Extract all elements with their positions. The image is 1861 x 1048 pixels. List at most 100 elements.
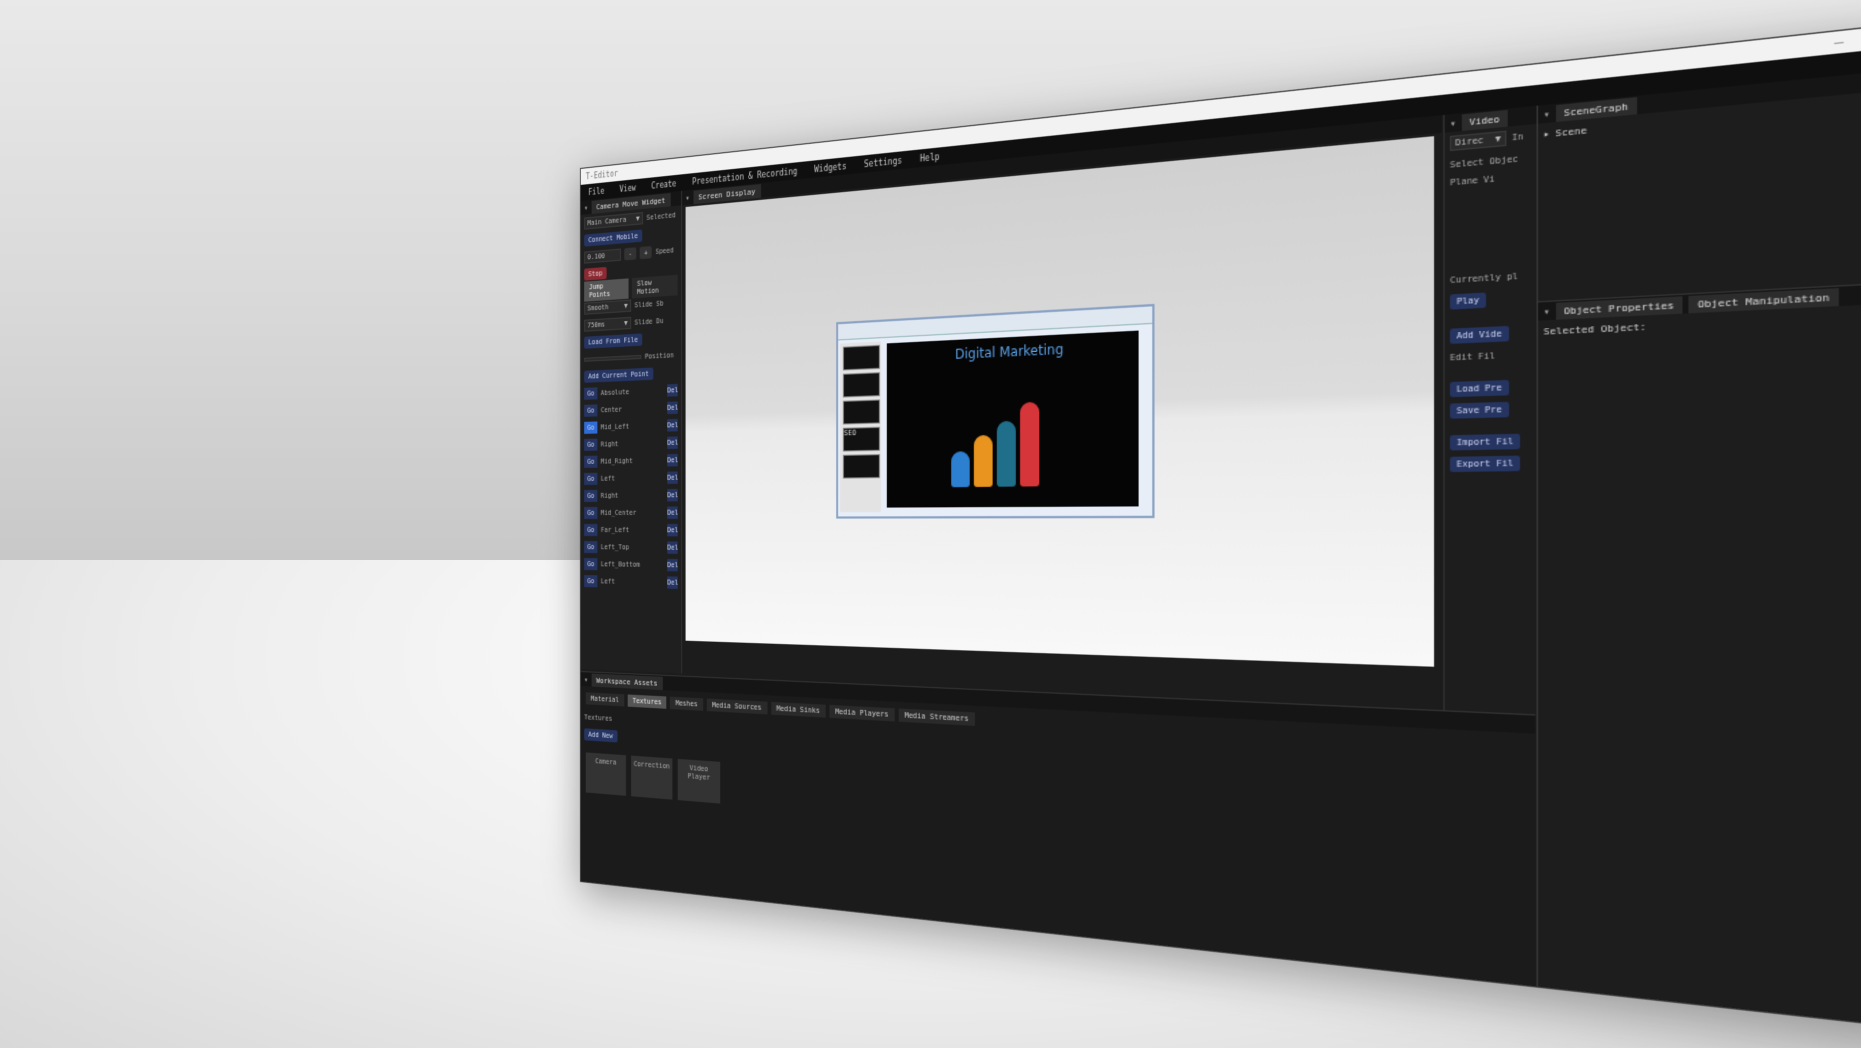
stop-button[interactable]: Stop <box>584 266 607 281</box>
delete-button[interactable]: Del <box>667 453 678 466</box>
point-name: Left_Bottom <box>600 559 640 569</box>
tab-media-sources[interactable]: Media Sources <box>706 698 768 715</box>
menu-file[interactable]: File <box>581 185 612 197</box>
3d-viewport[interactable]: SEO Digital Marketing <box>685 136 1435 667</box>
delete-button[interactable]: Del <box>667 435 678 449</box>
add-video-button[interactable]: Add Vide <box>1449 325 1509 344</box>
go-button[interactable]: Go <box>584 403 598 417</box>
go-button[interactable]: Go <box>584 574 598 587</box>
texture-tile[interactable]: Camera <box>585 752 626 796</box>
point-name: Far_Left <box>600 525 630 534</box>
expand-arrow-icon[interactable]: ▸ <box>1544 128 1550 140</box>
slide-thumbnail <box>842 344 880 371</box>
delete-button[interactable]: Del <box>667 558 678 571</box>
list-item: Go Far_Left Del <box>581 521 681 539</box>
speed-minus-button[interactable]: - <box>624 246 637 260</box>
import-file-row: Import Fil <box>1445 429 1537 453</box>
tab-textures[interactable]: Textures <box>627 694 667 709</box>
go-button[interactable]: Go <box>584 523 598 536</box>
point-name: Center <box>600 404 623 414</box>
tab-material[interactable]: Material <box>585 692 625 707</box>
delete-button[interactable]: Del <box>667 575 678 589</box>
go-button[interactable]: Go <box>584 557 598 570</box>
delete-button[interactable]: Del <box>667 488 678 501</box>
bar-teal <box>996 420 1016 487</box>
texture-tile[interactable]: Correction <box>631 755 673 800</box>
delete-button[interactable]: Del <box>667 505 678 519</box>
speed-plus-button[interactable]: + <box>639 245 653 259</box>
object-vi[interactable]: Vi <box>1483 174 1494 185</box>
position-input[interactable] <box>584 354 642 362</box>
workspace: ▾ Camera Move Widget Main Camera ▼ Select… <box>580 67 1861 1029</box>
delete-button[interactable]: Del <box>667 540 678 554</box>
in-label: In <box>1511 130 1524 143</box>
video-panel: ▾ Video Direc ▼ In Select Objec Plane Vi … <box>1443 105 1537 780</box>
point-name: Right <box>600 439 619 449</box>
jump-point-list: Go Absolute Del Go Center Del Go Mid_Left Del … <box>581 381 681 591</box>
smooth-select-value: Smooth <box>587 302 609 313</box>
duration-select[interactable]: 750ms ▼ <box>584 316 632 332</box>
delete-button[interactable]: Del <box>667 400 678 414</box>
delete-button[interactable]: Del <box>667 418 678 432</box>
presentation-screen[interactable]: SEO Digital Marketing <box>836 303 1155 519</box>
collapse-icon[interactable]: ▾ <box>584 203 588 212</box>
load-from-file-button[interactable]: Load From File <box>584 332 643 349</box>
tab-media-streamers[interactable]: Media Streamers <box>898 708 975 726</box>
export-file-button[interactable]: Export Fil <box>1449 454 1521 472</box>
go-button[interactable]: Go <box>584 455 598 468</box>
delete-button[interactable]: Del <box>667 470 678 484</box>
speed-label: Speed <box>655 245 674 256</box>
go-button[interactable]: Go <box>584 420 598 434</box>
add-new-button[interactable]: Add New <box>584 727 618 742</box>
minimize-button[interactable]: – <box>1825 33 1854 51</box>
edit-file-checkbox[interactable]: Edit Fil <box>1450 350 1495 362</box>
speed-input[interactable]: 0.100 <box>584 248 621 264</box>
collapse-icon[interactable]: ▾ <box>686 193 690 203</box>
point-name: Left_Top <box>600 542 630 551</box>
collapse-icon[interactable]: ▾ <box>1544 305 1550 317</box>
chevron-down-icon: ▼ <box>624 318 628 327</box>
collapse-icon[interactable]: ▾ <box>1450 117 1456 129</box>
tab-media-players[interactable]: Media Players <box>829 704 895 722</box>
go-button[interactable]: Go <box>584 489 598 502</box>
tab-slow-motion[interactable]: Slow Motion <box>631 274 678 298</box>
object-list: Plane Vi <box>1445 168 1537 270</box>
go-button[interactable]: Go <box>584 438 598 451</box>
add-current-point-button[interactable]: Add Current Point <box>584 367 654 383</box>
delete-button[interactable]: Del <box>667 383 678 397</box>
bar-red <box>1020 401 1040 487</box>
save-preset-row: Save Pre <box>1445 397 1537 421</box>
tab-media-sinks[interactable]: Media Sinks <box>770 701 826 718</box>
smooth-select[interactable]: Smooth ▼ <box>584 299 632 315</box>
collapse-icon[interactable]: ▾ <box>584 675 588 684</box>
slide-thumbnail <box>842 454 880 479</box>
object-plane[interactable]: Plane <box>1450 175 1478 188</box>
menu-create[interactable]: Create <box>643 178 684 191</box>
collapse-icon[interactable]: ▾ <box>1544 108 1550 120</box>
load-preset-button[interactable]: Load Pre <box>1449 379 1509 397</box>
menu-widgets[interactable]: Widgets <box>806 160 855 175</box>
direct-select[interactable]: Direc ▼ <box>1449 129 1507 151</box>
delete-button[interactable]: Del <box>667 523 678 536</box>
bar-blue <box>951 451 970 488</box>
play-button[interactable]: Play <box>1449 291 1486 310</box>
point-name: Mid_Left <box>600 421 630 431</box>
menu-help[interactable]: Help <box>911 150 949 164</box>
menu-settings[interactable]: Settings <box>855 154 911 170</box>
maximize-button[interactable]: ❐ <box>1853 30 1861 48</box>
go-button[interactable]: Go <box>584 386 598 400</box>
camera-move-widget: ▾ Camera Move Widget Main Camera ▼ Select… <box>580 190 683 674</box>
scene-stage: T-Editor – ❐ ✕ File View Create Presenta… <box>0 0 1861 1048</box>
menu-view[interactable]: View <box>612 182 644 194</box>
point-name: Right <box>600 491 619 500</box>
import-file-button[interactable]: Import Fil <box>1449 433 1521 450</box>
tab-jump-points[interactable]: Jump Points <box>584 277 629 302</box>
edit-file-row: Edit Fil <box>1445 343 1537 369</box>
save-preset-button[interactable]: Save Pre <box>1449 401 1509 419</box>
go-button[interactable]: Go <box>584 540 598 553</box>
point-name: Absolute <box>600 387 630 397</box>
go-button[interactable]: Go <box>584 506 598 519</box>
tab-meshes[interactable]: Meshes <box>670 696 703 711</box>
go-button[interactable]: Go <box>584 472 598 485</box>
texture-tile[interactable]: Video Player <box>677 758 721 804</box>
